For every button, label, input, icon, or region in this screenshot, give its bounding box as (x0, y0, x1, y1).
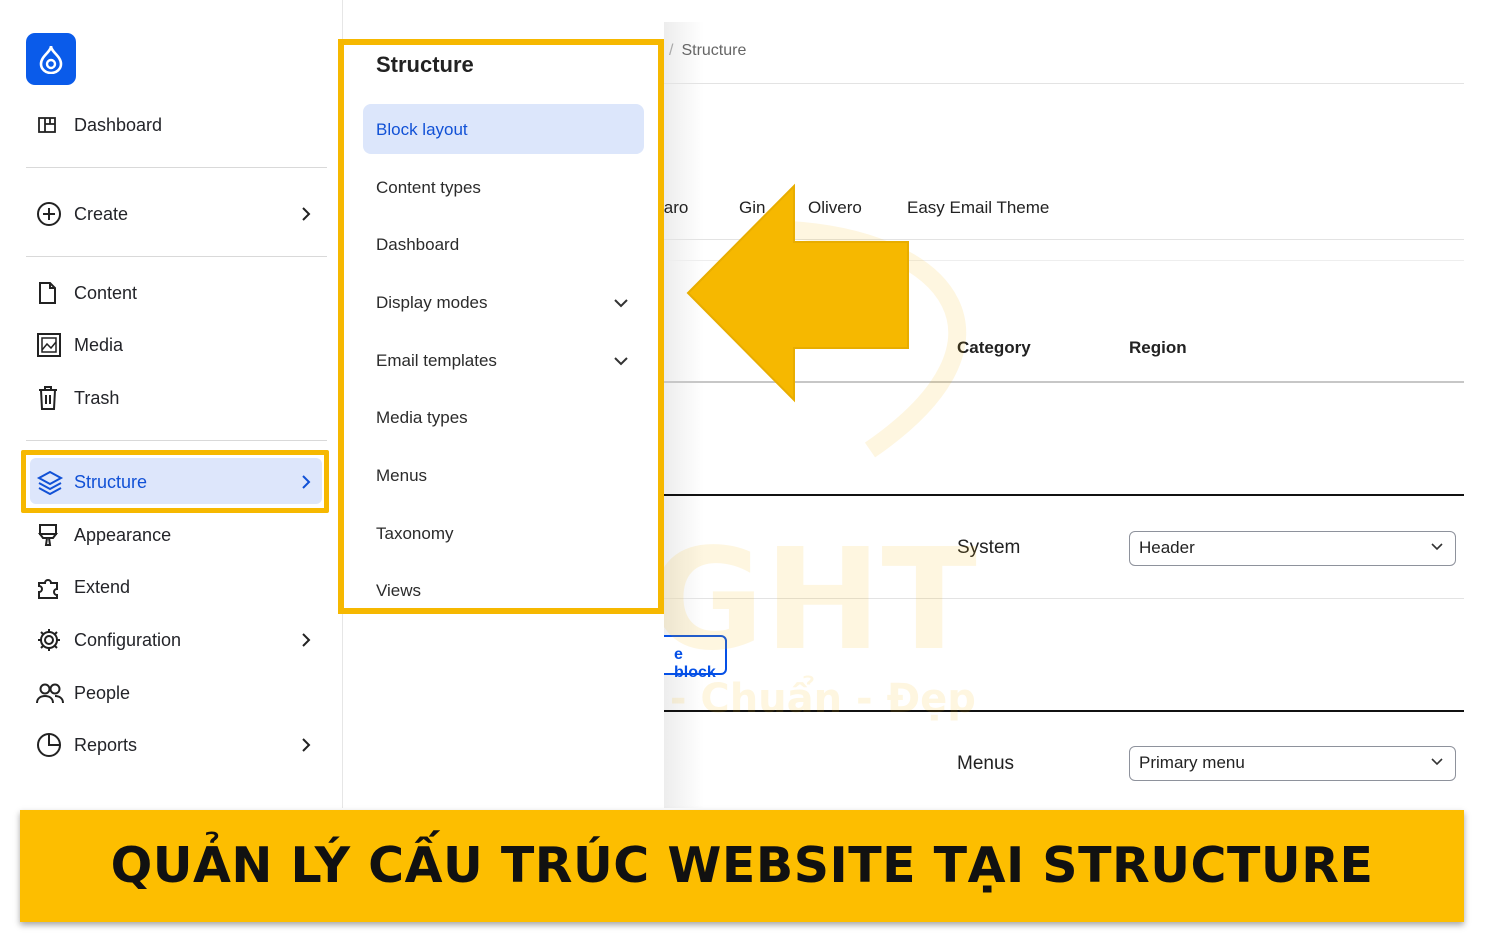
drupal-logo[interactable] (26, 33, 76, 85)
main-content: /Structure laro Gin Olivero Easy Email T… (664, 22, 1464, 808)
region-divider (664, 710, 1464, 712)
tab-easy-email-theme[interactable]: Easy Email Theme (907, 198, 1049, 218)
chevron-down-icon (1431, 758, 1443, 766)
gear-icon (36, 628, 66, 652)
sidebar-item-label: Dashboard (74, 114, 163, 135)
sidebar-item-label: Create (74, 203, 129, 224)
sidebar-item-trash[interactable]: Trash (36, 383, 326, 413)
sidebar-item-label: Trash (74, 387, 120, 408)
sidebar-item-label: Appearance (74, 524, 172, 545)
breadcrumb-separator: / (669, 42, 674, 59)
sidebar-item-label: Media (74, 334, 124, 355)
sidebar-divider (26, 256, 327, 257)
sidebar-divider (26, 167, 327, 168)
chevron-right-icon (302, 207, 311, 221)
column-header-category: Category (957, 338, 1031, 357)
row-category: Menus (957, 753, 1015, 774)
trash-icon (36, 386, 66, 410)
sidebar-item-content[interactable]: Content (36, 278, 326, 308)
sidebar-item-extend[interactable]: Extend (36, 572, 326, 602)
caption-banner: QUẢN LÝ CẤU TRÚC WEBSITE TẠI STRUCTURE (20, 810, 1464, 922)
sidebar-item-appearance[interactable]: Appearance (36, 520, 326, 550)
image-icon (36, 333, 66, 357)
place-block-label: e block (674, 646, 716, 681)
puzzle-icon (36, 575, 66, 599)
sidebar-item-create[interactable]: Create (36, 199, 326, 229)
sidebar-item-label: Reports (74, 734, 138, 755)
people-icon (36, 681, 66, 705)
region-select-value: Header (1139, 538, 1195, 557)
row-category: System (957, 537, 1021, 558)
sidebar-item-media[interactable]: Media (36, 330, 326, 360)
chevron-down-icon (1431, 543, 1443, 551)
region-divider (664, 494, 1464, 496)
row-divider (664, 598, 1464, 599)
sidebar-item-label: People (74, 682, 131, 703)
region-select[interactable]: Header (1129, 531, 1456, 566)
breadcrumb-current[interactable]: Structure (681, 42, 746, 59)
arrow-left-icon (686, 183, 909, 403)
screenshot-stage: /Structure laro Gin Olivero Easy Email T… (0, 0, 1488, 946)
file-icon (36, 281, 66, 305)
header-divider (664, 83, 1464, 84)
chart-icon (36, 733, 66, 757)
drupal-drop-icon (39, 45, 63, 74)
sidebar-item-people[interactable]: People (36, 678, 326, 708)
region-select-value: Primary menu (1139, 753, 1245, 772)
structure-highlight-frame (21, 450, 329, 513)
region-select[interactable]: Primary menu (1129, 746, 1456, 781)
flyout-highlight-frame (338, 39, 664, 614)
admin-sidebar: Dashboard Create Content Media Trash Str… (0, 0, 343, 808)
brush-icon (36, 523, 66, 547)
place-block-button[interactable]: e block (664, 635, 727, 681)
sidebar-item-configuration[interactable]: Configuration (36, 625, 326, 655)
chevron-right-icon (302, 633, 311, 647)
sidebar-item-reports[interactable]: Reports (36, 730, 326, 760)
sidebar-item-label: Extend (74, 576, 131, 597)
sidebar-item-label: Content (74, 282, 138, 303)
flyout-shadow (664, 22, 704, 808)
sidebar-divider (26, 440, 327, 441)
dashboard-icon (36, 113, 66, 137)
breadcrumb: / Structure (669, 42, 746, 60)
sidebar-item-label: Configuration (74, 629, 182, 650)
column-header-region: Region (1129, 338, 1187, 357)
chevron-right-icon (302, 738, 311, 752)
banner-text: QUẢN LÝ CẤU TRÚC WEBSITE TẠI STRUCTURE (110, 837, 1374, 894)
plus-circle-icon (36, 202, 66, 226)
sidebar-item-dashboard[interactable]: Dashboard (36, 110, 326, 140)
